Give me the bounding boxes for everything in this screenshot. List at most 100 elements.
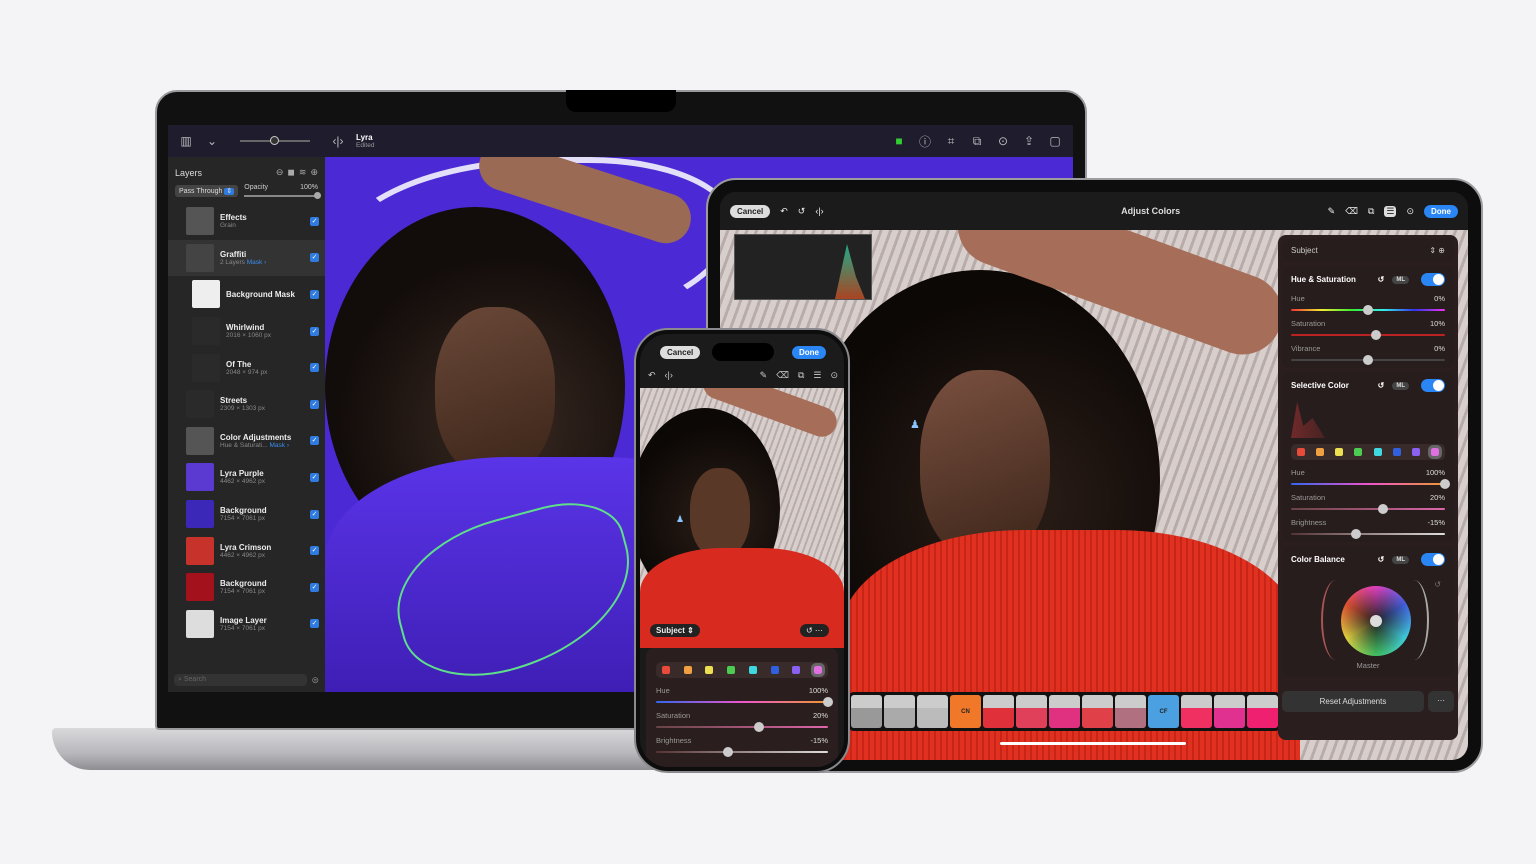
filter-icon[interactable]: ⊜ bbox=[311, 675, 319, 686]
visibility-checkbox[interactable]: ✓ bbox=[310, 582, 319, 592]
color-swatch[interactable] bbox=[770, 666, 779, 674]
ml-brush-icon[interactable]: ✎ bbox=[1328, 206, 1336, 217]
slider[interactable] bbox=[1291, 330, 1445, 340]
color-swatch[interactable] bbox=[1316, 448, 1325, 456]
layer-row[interactable]: Lyra Crimson 4462 × 4962 px ✓ bbox=[168, 532, 325, 569]
opacity-slider[interactable] bbox=[244, 192, 321, 199]
slider[interactable] bbox=[1291, 479, 1450, 489]
color-swatch[interactable] bbox=[1373, 448, 1382, 456]
reset-icon[interactable]: ↺ bbox=[1378, 381, 1385, 390]
adjust-icon[interactable]: ☰ bbox=[1384, 205, 1397, 217]
chevron-down-icon[interactable]: ⌄ bbox=[204, 133, 220, 149]
enable-toggle[interactable] bbox=[1421, 379, 1445, 392]
compare-icon[interactable]: ‹|› bbox=[330, 133, 346, 149]
slider[interactable] bbox=[656, 722, 828, 732]
preset-thumbnail[interactable] bbox=[884, 695, 915, 728]
crop-icon[interactable]: ⧉ bbox=[798, 370, 804, 381]
visibility-checkbox[interactable]: ✓ bbox=[310, 509, 319, 519]
slider[interactable] bbox=[656, 697, 833, 707]
zoom-slider[interactable] bbox=[240, 136, 310, 145]
layer-row[interactable]: Image Layer 7154 × 7061 px ✓ bbox=[168, 606, 325, 643]
color-swatch[interactable] bbox=[662, 666, 670, 674]
layer-row[interactable]: Whirlwind 2016 × 1060 px ✓ bbox=[168, 313, 325, 350]
color-swatch[interactable] bbox=[1354, 448, 1363, 456]
sidebar-toggle-icon[interactable]: ▥ bbox=[178, 133, 194, 149]
color-swatch[interactable] bbox=[683, 666, 692, 674]
more-icon[interactable]: ⊙ bbox=[830, 370, 838, 381]
enable-toggle[interactable] bbox=[1421, 273, 1445, 286]
blend-mode-select[interactable]: Pass Through ⇕ bbox=[175, 184, 239, 197]
layer-row[interactable]: Of The 2048 × 974 px ✓ bbox=[168, 349, 325, 386]
more-options-button[interactable]: ⋯ bbox=[1428, 691, 1454, 712]
preset-thumbnail[interactable]: CN bbox=[950, 695, 981, 728]
wheel-reset-icon[interactable]: ↺ bbox=[1434, 580, 1441, 589]
info-icon[interactable]: ⓘ bbox=[917, 133, 933, 149]
slider[interactable] bbox=[656, 747, 828, 757]
slider-knob[interactable] bbox=[1363, 305, 1373, 315]
preset-thumbnail[interactable] bbox=[1214, 695, 1245, 728]
slider-knob[interactable] bbox=[823, 697, 833, 707]
layer-search[interactable]: ⌕ Search ⊜ bbox=[174, 674, 319, 686]
cancel-button[interactable]: Cancel bbox=[730, 204, 771, 218]
ml-button[interactable]: ML bbox=[1392, 381, 1409, 390]
compare-icon[interactable]: ‹|› bbox=[665, 370, 673, 381]
color-swatch[interactable] bbox=[727, 666, 736, 674]
cancel-button[interactable]: Cancel bbox=[660, 346, 701, 359]
preset-thumbnail[interactable]: CF bbox=[1148, 695, 1179, 728]
preset-thumbnail[interactable] bbox=[1049, 695, 1080, 728]
adjust-icon[interactable]: ☰ bbox=[813, 370, 821, 381]
layer-row[interactable]: Color Adjustments Hue & Saturati... Mask… bbox=[168, 423, 325, 460]
mask-icon[interactable]: ◼ bbox=[287, 167, 294, 178]
layer-row[interactable]: Background Mask ✓ bbox=[168, 276, 325, 313]
reset-icon[interactable]: ↺ bbox=[1378, 275, 1385, 284]
subject-select[interactable]: Subject ⇕ bbox=[650, 624, 700, 637]
slider-knob[interactable] bbox=[1440, 479, 1450, 489]
preset-thumbnail[interactable] bbox=[1016, 695, 1047, 728]
minus-icon[interactable]: ⊖ bbox=[276, 167, 284, 178]
eraser-icon[interactable]: ⌫ bbox=[776, 370, 789, 381]
layer-row[interactable]: Background 7154 × 7061 px ✓ bbox=[168, 569, 325, 606]
color-swatch[interactable] bbox=[1392, 448, 1401, 456]
visibility-checkbox[interactable]: ✓ bbox=[310, 619, 319, 629]
color-swatch[interactable] bbox=[1427, 445, 1442, 459]
eraser-icon[interactable]: ⌫ bbox=[1345, 206, 1358, 217]
ml-button[interactable]: ML bbox=[1392, 555, 1409, 564]
preset-thumbnail[interactable] bbox=[1082, 695, 1113, 728]
slider[interactable] bbox=[1291, 305, 1445, 315]
color-swatch[interactable] bbox=[792, 666, 801, 674]
iphone-photo[interactable]: ♟ bbox=[640, 388, 844, 648]
slider[interactable] bbox=[1291, 504, 1445, 514]
slider-knob[interactable] bbox=[1370, 330, 1381, 340]
enable-toggle[interactable] bbox=[1421, 553, 1445, 566]
crop-icon[interactable]: ⧉ bbox=[969, 133, 985, 149]
color-swatch[interactable] bbox=[748, 666, 757, 674]
slider[interactable] bbox=[1291, 529, 1445, 539]
visibility-checkbox[interactable]: ✓ bbox=[310, 326, 319, 336]
layer-row[interactable]: Background 7154 × 7061 px ✓ bbox=[168, 496, 325, 533]
preset-thumbnail[interactable] bbox=[851, 695, 882, 728]
more-icon[interactable]: ⊙ bbox=[1406, 206, 1414, 217]
reset-adjustments-button[interactable]: Reset Adjustments bbox=[1282, 691, 1424, 712]
layer-row[interactable]: Graffiti 2 Layers Mask › ✓ bbox=[168, 239, 325, 277]
preset-thumbnail[interactable] bbox=[1115, 695, 1146, 728]
slider-knob[interactable] bbox=[1378, 504, 1389, 514]
reset-icon[interactable]: ↺ bbox=[1378, 555, 1385, 564]
visibility-checkbox[interactable]: ✓ bbox=[310, 546, 319, 556]
more-icon[interactable]: ⊙ bbox=[995, 133, 1011, 149]
visibility-checkbox[interactable]: ✓ bbox=[310, 399, 319, 409]
color-swatch[interactable] bbox=[705, 666, 714, 674]
subject-pin-icon[interactable]: ♟ bbox=[676, 514, 684, 525]
done-button[interactable]: Done bbox=[1424, 204, 1458, 218]
done-button[interactable]: Done bbox=[792, 346, 826, 359]
subject-pin-icon[interactable]: ♟ bbox=[910, 418, 920, 431]
ml-button[interactable]: ML bbox=[1392, 275, 1409, 284]
reset-more-buttons[interactable]: ↺ ⋯ bbox=[800, 624, 829, 637]
compare-icon[interactable]: ‹|› bbox=[815, 206, 823, 216]
undo-icon[interactable]: ↶ bbox=[780, 206, 788, 217]
visibility-checkbox[interactable]: ✓ bbox=[310, 253, 319, 263]
preset-thumbnail[interactable] bbox=[1247, 695, 1278, 728]
ml-brush-icon[interactable]: ✎ bbox=[760, 370, 768, 381]
add-icon[interactable]: ⊕ bbox=[310, 167, 318, 178]
visibility-checkbox[interactable]: ✓ bbox=[310, 436, 319, 446]
search-input[interactable]: Search bbox=[184, 676, 206, 683]
